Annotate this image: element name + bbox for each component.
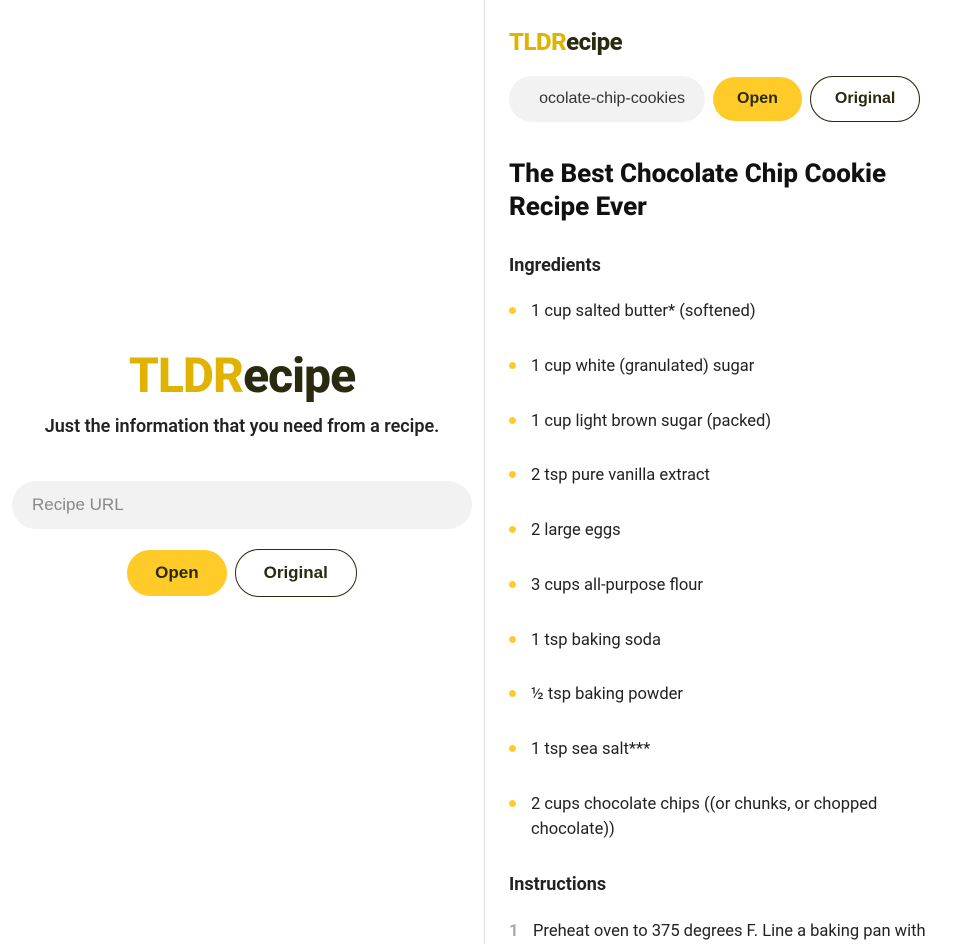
instruction-item: Preheat oven to 375 degrees F. Line a ba… [509, 919, 947, 944]
open-button[interactable]: Open [127, 550, 226, 596]
ingredients-list: 1 cup salted butter* (softened) 1 cup whi… [509, 300, 947, 842]
logo-small: TLDRecipe [509, 28, 947, 56]
ingredient-item: 1 cup salted butter* (softened) [509, 300, 947, 325]
logo: TLDRecipe [129, 347, 355, 404]
ingredient-item: 1 cup white (granulated) sugar [509, 355, 947, 380]
ingredient-item: 2 large eggs [509, 519, 947, 544]
ingredient-item: 3 cups all-purpose flour [509, 574, 947, 599]
ingredient-item: 2 tsp pure vanilla extract [509, 464, 947, 489]
recipe-url-input[interactable] [12, 481, 472, 529]
ingredients-header: Ingredients [509, 255, 947, 276]
logo-accent: TLDR [129, 347, 243, 404]
right-pane: TLDRecipe Open Original The Best Chocola… [485, 0, 971, 944]
right-header: Open Original [509, 76, 947, 122]
logo-rest: ecipe [243, 347, 355, 404]
button-row-left: Open Original [127, 549, 357, 597]
logo-rest-small: ecipe [566, 28, 622, 56]
ingredient-item: 2 cups chocolate chips ((or chunks, or c… [509, 793, 947, 843]
recipe-url-input-right[interactable] [509, 76, 705, 122]
original-button[interactable]: Original [235, 549, 357, 597]
tagline: Just the information that you need from … [45, 416, 440, 437]
instructions-header: Instructions [509, 874, 947, 895]
logo-accent-small: TLDR [509, 28, 566, 56]
instructions-list: Preheat oven to 375 degrees F. Line a ba… [509, 919, 947, 944]
recipe-title: The Best Chocolate Chip Cookie Recipe Ev… [509, 158, 947, 223]
open-button-right[interactable]: Open [713, 77, 802, 121]
ingredient-item: ½ tsp baking powder [509, 683, 947, 708]
left-pane: TLDRecipe Just the information that you … [0, 0, 485, 944]
ingredient-item: 1 cup light brown sugar (packed) [509, 410, 947, 435]
original-button-right[interactable]: Original [810, 76, 920, 122]
ingredient-item: 1 tsp baking soda [509, 629, 947, 654]
ingredient-item: 1 tsp sea salt*** [509, 738, 947, 763]
